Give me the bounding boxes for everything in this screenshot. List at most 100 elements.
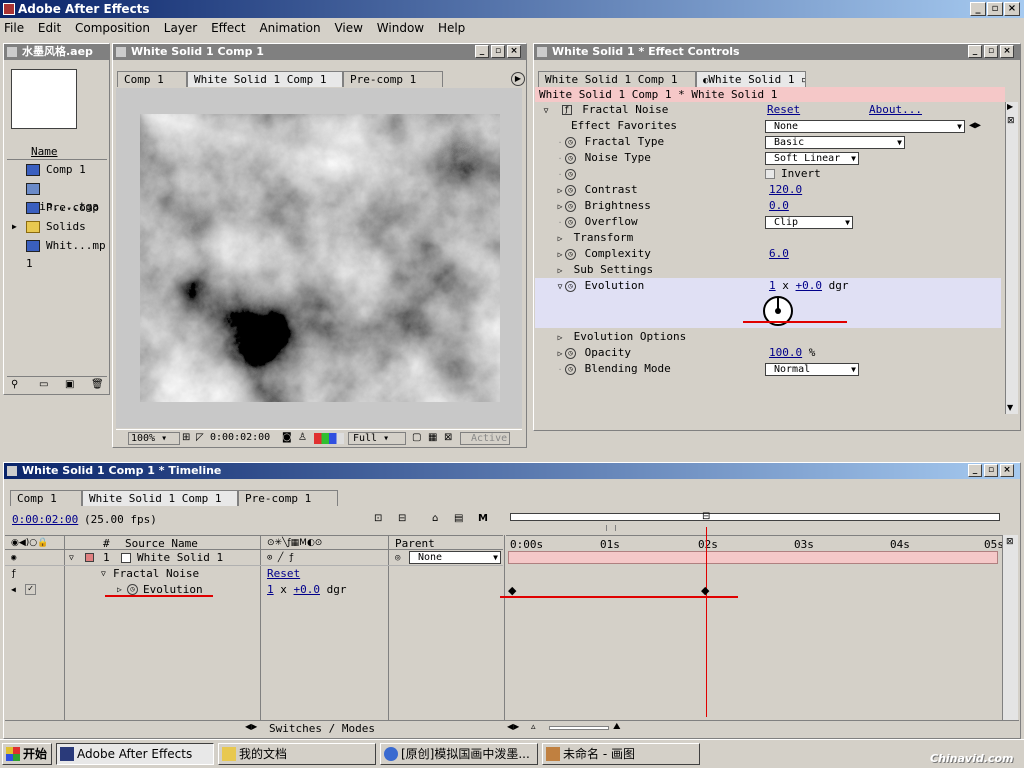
parent-dropdown[interactable]: None (409, 551, 501, 564)
expand-triangle-icon[interactable]: ▷ (555, 231, 565, 247)
collapse-triangle-icon[interactable]: ▽ (541, 103, 551, 119)
channel-icon[interactable] (314, 433, 344, 444)
effect-scrollbar[interactable]: ▶ ⊠ ▼ (1005, 102, 1018, 414)
toggle-pane-icon[interactable]: ◀▶ (245, 722, 257, 731)
tab-comp-1[interactable]: Comp 1 (117, 71, 187, 87)
layer-name[interactable]: White Solid 1 (137, 550, 223, 566)
favorites-dropdown[interactable]: None (765, 120, 965, 133)
project-item[interactable]: Pre-comp 1 (26, 199, 109, 232)
scroll-down-arrow-icon[interactable]: ▼ (1007, 403, 1013, 412)
minimize-button[interactable]: _ (970, 2, 986, 16)
current-time-indicator[interactable] (706, 527, 707, 717)
overflow-dropdown[interactable]: Clip (765, 216, 853, 229)
project-item[interactable]: ▶ Solids (12, 218, 86, 236)
keyframe-checkbox[interactable]: ✓ (25, 584, 36, 595)
time-navigator[interactable]: ⊟ (506, 511, 1002, 535)
stopwatch-icon[interactable]: ◷ (565, 184, 576, 196)
work-area-bar[interactable] (510, 513, 1000, 521)
stopwatch-icon[interactable]: ◷ (565, 168, 576, 180)
maximize-button[interactable]: ▫ (987, 2, 1003, 16)
menu-window[interactable]: Window (377, 21, 424, 35)
menu-edit[interactable]: Edit (38, 21, 61, 35)
comp-minimize-button[interactable]: _ (475, 45, 489, 58)
effect-minimize-button[interactable]: _ (968, 45, 982, 58)
stopwatch-icon[interactable]: ◷ (565, 152, 576, 164)
draft-3d-icon[interactable]: ⊟ (398, 513, 406, 524)
invert-checkbox[interactable] (765, 169, 775, 179)
taskbar-item-after-effects[interactable]: Adobe After Effects (56, 743, 214, 765)
taskbar-item-my-documents[interactable]: 我的文档 (218, 743, 376, 765)
column-source-name[interactable]: Source Name (125, 536, 198, 551)
show-snapshot-icon[interactable]: ♙ (298, 432, 307, 443)
tab-white-solid-comp[interactable]: White Solid 1 Comp 1 (187, 71, 343, 87)
timeline-minimize-button[interactable]: _ (968, 464, 982, 477)
brightness-value[interactable]: 0.0 (769, 198, 789, 214)
collapse-triangle-icon[interactable]: ▽ (69, 550, 74, 566)
scroll-up-arrow-icon[interactable]: ▶ (1007, 102, 1013, 111)
menu-view[interactable]: View (334, 21, 362, 35)
taskbar-item-browser[interactable]: [原创]模拟国画中泼墨... (380, 743, 538, 765)
current-time[interactable]: 0:00:02:00 (210, 432, 270, 443)
stopwatch-icon[interactable]: ◷ (127, 584, 138, 595)
menu-animation[interactable]: Animation (259, 21, 320, 35)
parent-pickwhip-icon[interactable]: ◎ (395, 550, 400, 566)
project-item[interactable]: Pain....tga (26, 180, 109, 213)
blending-mode-dropdown[interactable]: Normal (765, 363, 859, 376)
frame-blend-icon[interactable]: ▤ (454, 513, 463, 524)
project-item[interactable]: Comp 1 (26, 161, 86, 179)
resolution-dropdown[interactable]: Full ▾ (348, 432, 406, 445)
new-comp-icon[interactable]: ▣ (65, 379, 74, 390)
fx-icon[interactable]: ƒ (11, 566, 16, 582)
noise-type-dropdown[interactable]: Soft Linear (765, 152, 859, 165)
column-parent[interactable]: Parent (395, 536, 435, 551)
menu-effect[interactable]: Effect (211, 21, 246, 35)
expand-triangle-icon[interactable]: ▷ (555, 199, 565, 215)
fx-toggle-icon[interactable]: ƒ (561, 105, 572, 115)
mask-icon[interactable]: ◸ (196, 432, 204, 443)
taskbar-item-paint[interactable]: 未命名 - 画图 (542, 743, 700, 765)
layer-switches-icons[interactable]: ⊙ ╱ ƒ (267, 550, 294, 566)
new-folder-icon[interactable]: ▭ (39, 379, 48, 390)
timeline-tab-pre-comp-1[interactable]: Pre-comp 1 (238, 490, 338, 506)
panel-options-icon[interactable]: ⊠ (1007, 116, 1015, 126)
zoom-slider[interactable] (549, 726, 609, 730)
fractal-type-dropdown[interactable]: Basic (765, 136, 905, 149)
motion-blur-icon[interactable]: M (478, 513, 488, 524)
timeline-tab-comp-1[interactable]: Comp 1 (10, 490, 82, 506)
effect-maximize-button[interactable]: ▫ (984, 45, 998, 58)
timeline-scrollbar[interactable]: ⊠ (1002, 535, 1018, 721)
timeline-reset-link[interactable]: Reset (267, 566, 300, 582)
expand-triangle-icon[interactable]: ▷ (555, 346, 565, 362)
stopwatch-icon[interactable]: ◷ (565, 200, 576, 212)
comp-marker-icon[interactable]: ⊡ (374, 513, 382, 524)
zoom-in-icon[interactable]: ⛰ (613, 722, 621, 732)
expand-triangle-icon[interactable]: ▷ (555, 263, 565, 279)
stopwatch-icon[interactable]: ◷ (565, 136, 576, 148)
start-button[interactable]: 开始 (2, 743, 52, 765)
panel-menu-arrow-icon[interactable]: ▶ (511, 72, 525, 86)
contrast-value[interactable]: 120.0 (769, 182, 802, 198)
stopwatch-icon[interactable]: ◷ (565, 347, 576, 359)
timeline-close-button[interactable]: × (1000, 464, 1014, 477)
menu-file[interactable]: File (4, 21, 24, 35)
trash-icon[interactable]: 🗑 (91, 379, 104, 390)
timeline-maximize-button[interactable]: ▫ (984, 464, 998, 477)
property-value[interactable]: 1 x +0.0 dgr (267, 582, 347, 598)
collapse-triangle-icon[interactable]: ▽ (555, 279, 565, 295)
navigator-handle-icon[interactable]: ⊟ (702, 511, 710, 522)
pixel-aspect-icon[interactable]: ⊠ (444, 432, 452, 443)
stopwatch-icon[interactable]: ◷ (565, 216, 576, 228)
tab-pre-comp-1[interactable]: Pre-comp 1 (343, 71, 443, 87)
menu-layer[interactable]: Layer (164, 21, 197, 35)
opacity-value[interactable]: 100.0 % (769, 345, 815, 361)
reset-link[interactable]: Reset (767, 102, 800, 118)
stopwatch-icon[interactable]: ◷ (565, 363, 576, 375)
timeline-tab-white-solid-comp[interactable]: White Solid 1 Comp 1 (82, 490, 238, 506)
eye-icon[interactable]: ◉ (11, 550, 16, 566)
transparency-grid-icon[interactable]: ▦ (428, 432, 437, 443)
expand-triangle-icon[interactable]: ▷ (555, 330, 565, 346)
comp-close-button[interactable]: × (507, 45, 521, 58)
shy-icon[interactable]: ⌂ (432, 513, 438, 524)
name-column-header[interactable]: Name (7, 144, 107, 160)
about-link[interactable]: About... (869, 102, 922, 118)
